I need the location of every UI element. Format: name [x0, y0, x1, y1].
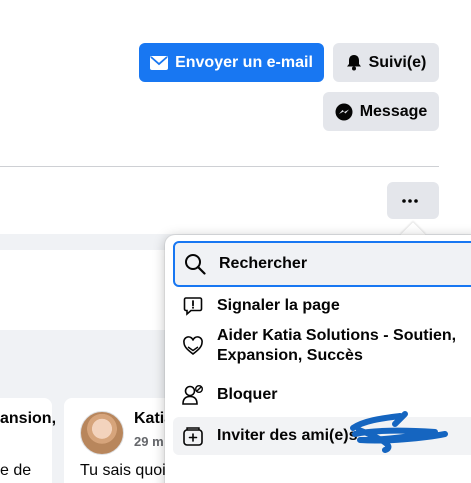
send-email-button[interactable]: Envoyer un e-mail	[139, 43, 324, 82]
menu-item-report-label: Signaler la page	[217, 297, 340, 314]
menu-item-support-line2: Expansion, Succès	[217, 347, 363, 364]
menu-item-search-label: Rechercher	[219, 255, 308, 272]
post-left-text: e de	[0, 462, 32, 479]
menu-item-report[interactable]: Signaler la page	[173, 290, 471, 322]
heart-hands-icon	[181, 334, 205, 358]
more-options-button[interactable]	[387, 182, 439, 219]
bell-icon	[346, 55, 361, 71]
messenger-icon	[335, 103, 353, 120]
search-icon	[183, 252, 207, 276]
invite-icon	[181, 424, 205, 448]
envelope-icon	[150, 55, 169, 70]
message-label: Message	[359, 102, 428, 120]
message-button[interactable]: Message	[323, 92, 439, 131]
report-icon	[181, 294, 205, 318]
menu-item-block-label: Bloquer	[217, 386, 278, 403]
following-label: Suivi(e)	[368, 53, 427, 71]
post-timestamp[interactable]: 29 m	[134, 434, 164, 449]
menu-item-support-line1: Aider Katia Solutions - Soutien,	[217, 327, 457, 344]
avatar[interactable]	[80, 411, 124, 455]
post-left-title: ansion,	[0, 410, 57, 427]
menu-item-support-label: Aider Katia Solutions - Soutien, Expansi…	[217, 326, 456, 366]
block-user-icon	[181, 383, 205, 407]
menu-item-search[interactable]: Rechercher	[173, 241, 471, 287]
header-divider	[0, 166, 439, 167]
menu-item-invite-label: Inviter des ami(e)s	[217, 427, 358, 444]
menu-item-invite[interactable]: Inviter des ami(e)s	[173, 417, 471, 455]
menu-item-support[interactable]: Aider Katia Solutions - Soutien, Expansi…	[173, 322, 471, 370]
menu-item-block[interactable]: Bloquer	[173, 380, 471, 410]
post-card-left[interactable]: ansion, e de	[0, 398, 56, 483]
send-email-label: Envoyer un e-mail	[175, 53, 313, 71]
more-dots-icon	[401, 198, 418, 203]
following-button[interactable]: Suivi(e)	[333, 43, 439, 82]
more-options-menu: Rechercher Signaler la page Aider Katia …	[165, 235, 471, 483]
